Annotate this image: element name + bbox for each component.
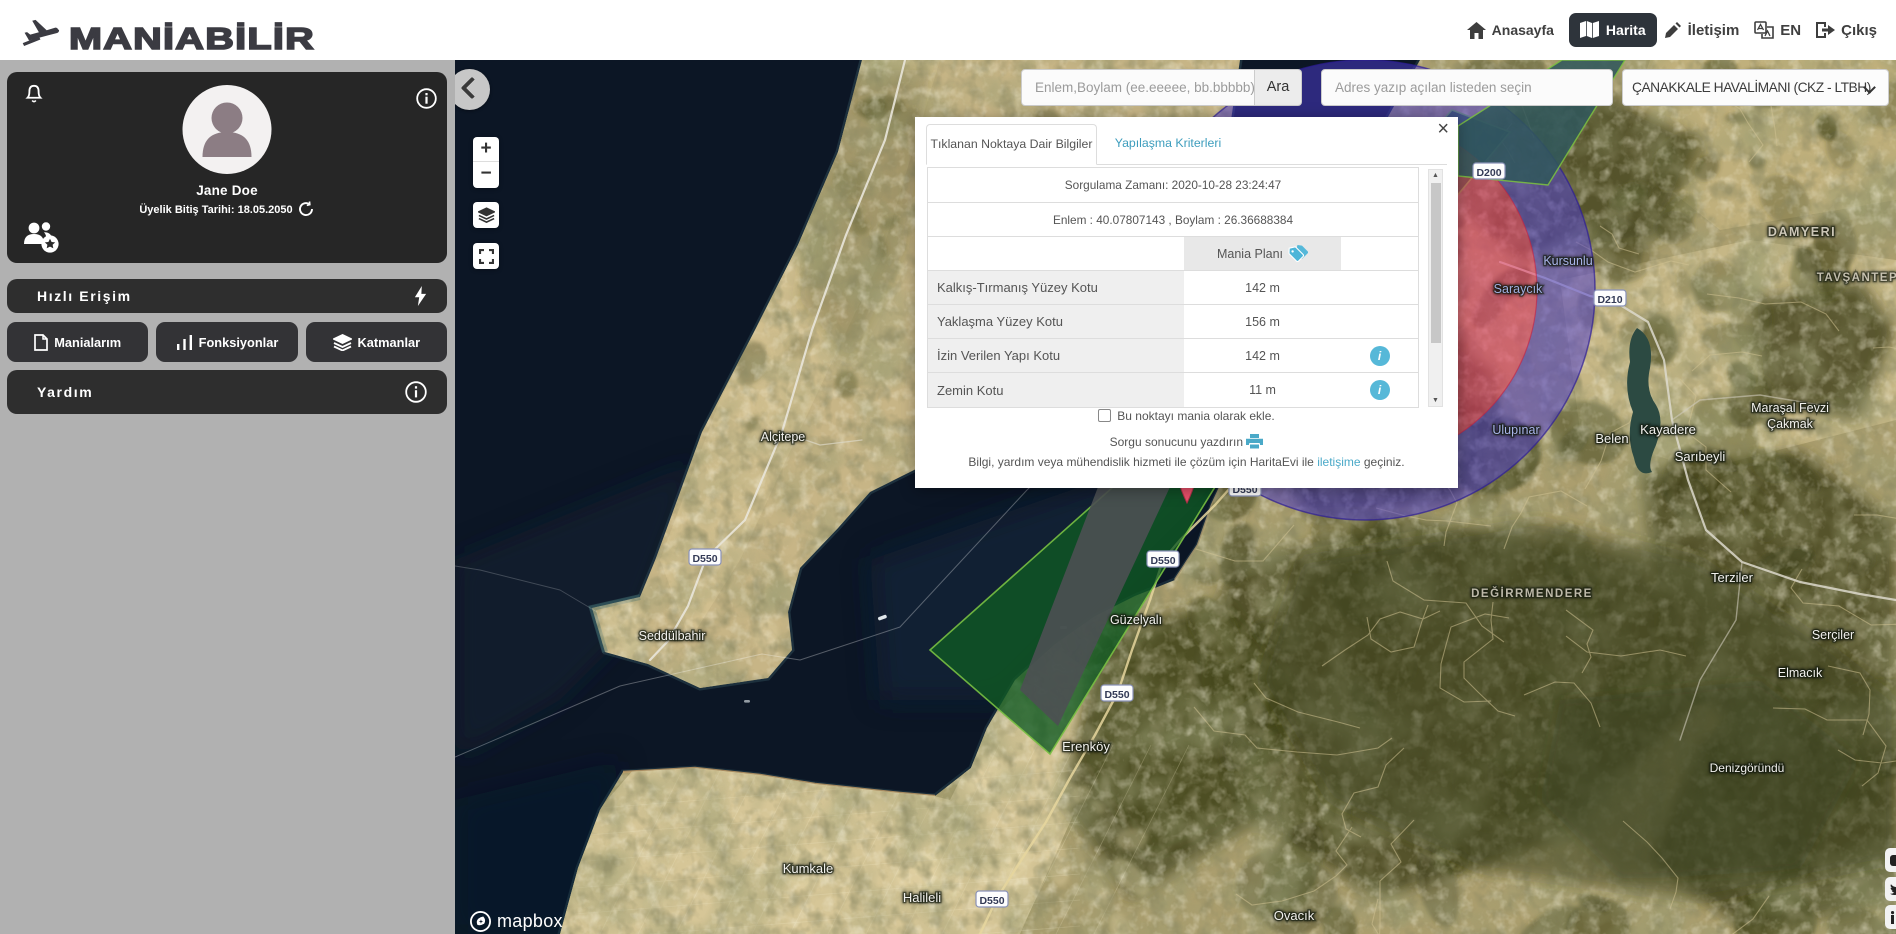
svg-text:D210: D210 — [1597, 294, 1622, 306]
svg-text:Kumkale: Kumkale — [783, 861, 834, 876]
svg-text:Seddülbahir: Seddülbahir — [639, 629, 706, 643]
svg-text:D550: D550 — [1150, 555, 1175, 567]
svg-text:Erenköy: Erenköy — [1062, 739, 1110, 754]
svg-text:D550: D550 — [979, 895, 1004, 907]
svg-text:MANİABİLİR: MANİABİLİR — [69, 21, 315, 56]
svg-text:Halileli: Halileli — [903, 890, 941, 905]
svg-text:D200: D200 — [1476, 167, 1501, 179]
svg-text:Kayadere: Kayadere — [1640, 422, 1696, 437]
svg-text:DEĞİRRMENDERE: DEĞİRRMENDERE — [1471, 587, 1593, 600]
svg-text:DAMYERI: DAMYERI — [1768, 225, 1836, 239]
svg-text:Ovacık: Ovacık — [1274, 908, 1315, 923]
svg-text:Çakmak: Çakmak — [1767, 417, 1814, 431]
svg-text:Elmacık: Elmacık — [1778, 666, 1823, 680]
svg-text:Terziler: Terziler — [1711, 570, 1754, 585]
svg-text:Denizgöründü: Denizgöründü — [1710, 761, 1785, 775]
svg-text:Güzelyalı: Güzelyalı — [1110, 613, 1162, 627]
svg-text:Serçiler: Serçiler — [1812, 628, 1854, 642]
svg-text:Saraycık: Saraycık — [1494, 282, 1543, 296]
svg-text:TAVŞANTEPE: TAVŞANTEPE — [1817, 272, 1896, 284]
svg-text:Alçitepe: Alçitepe — [761, 430, 806, 444]
svg-text:Ulupınar: Ulupınar — [1492, 423, 1539, 437]
svg-text:D550: D550 — [1104, 689, 1129, 701]
svg-text:Kursunlu: Kursunlu — [1543, 254, 1592, 268]
svg-text:Belen: Belen — [1595, 431, 1628, 446]
svg-text:Maraşal Fevzi: Maraşal Fevzi — [1751, 401, 1829, 415]
svg-text:D550: D550 — [692, 553, 717, 565]
svg-text:Sarıbeyli: Sarıbeyli — [1675, 449, 1726, 464]
